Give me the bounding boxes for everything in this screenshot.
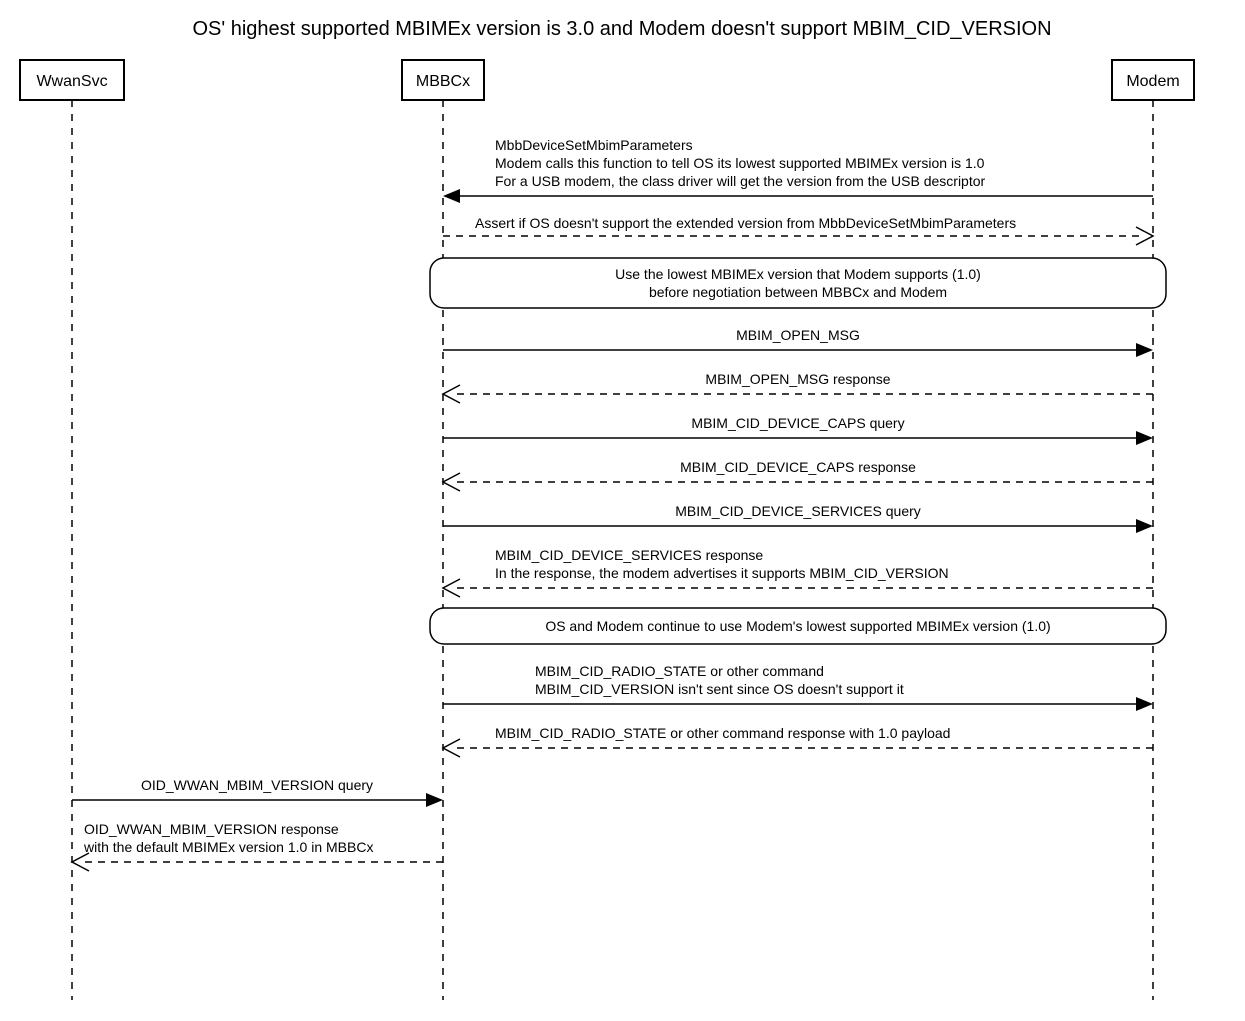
sequence-diagram: OS' highest supported MBIMEx version is … [0,0,1245,1021]
actor-modem: Modem [1112,60,1194,100]
msg-mbim-open-msg: MBIM_OPEN_MSG [443,327,1153,357]
msg6-text: MBIM_CID_DEVICE_CAPS response [680,459,916,475]
msg5-text: MBIM_CID_DEVICE_CAPS query [691,415,904,431]
actor-wwansvc: WwanSvc [20,60,124,100]
msg-mbim-cid-device-services-response: MBIM_CID_DEVICE_SERVICES response In the… [443,547,1153,597]
note-use-lowest-version: Use the lowest MBIMEx version that Modem… [430,258,1166,308]
note2-text: OS and Modem continue to use Modem's low… [545,618,1050,634]
note1-line2: before negotiation between MBBCx and Mod… [649,284,947,300]
msg-mbim-cid-radio-state-response: MBIM_CID_RADIO_STATE or other command re… [443,725,1153,757]
msg9-line1: MBIM_CID_RADIO_STATE or other command [535,663,824,679]
msg-mbim-cid-device-caps-query: MBIM_CID_DEVICE_CAPS query [443,415,1153,445]
msg-mbim-open-msg-response: MBIM_OPEN_MSG response [443,371,1153,403]
msg-mbim-cid-radio-state: MBIM_CID_RADIO_STATE or other command MB… [443,663,1153,711]
msg1-line1: MbbDeviceSetMbimParameters [495,137,693,153]
msg-mbim-cid-device-services-query: MBIM_CID_DEVICE_SERVICES query [443,503,1153,533]
note1-line1: Use the lowest MBIMEx version that Modem… [615,266,981,282]
msg2-text: Assert if OS doesn't support the extende… [475,215,1016,231]
msg8-line1: MBIM_CID_DEVICE_SERVICES response [495,547,763,563]
msg-mbim-cid-device-caps-response: MBIM_CID_DEVICE_CAPS response [443,459,1153,491]
msg-oid-wwan-mbim-version-response: OID_WWAN_MBIM_VERSION response with the … [72,821,443,871]
actor-mbbcx-label: MBBCx [416,73,470,90]
msg12-line1: OID_WWAN_MBIM_VERSION response [84,821,339,837]
actor-wwansvc-label: WwanSvc [36,73,107,90]
actor-modem-label: Modem [1126,73,1179,90]
msg-mbb-device-set-mbim-parameters: MbbDeviceSetMbimParameters Modem calls t… [443,137,1153,203]
msg7-text: MBIM_CID_DEVICE_SERVICES query [675,503,921,519]
msg4-text: MBIM_OPEN_MSG response [705,371,890,387]
msg10-text: MBIM_CID_RADIO_STATE or other command re… [495,725,950,741]
note-continue-lowest-version: OS and Modem continue to use Modem's low… [430,608,1166,644]
msg12-line2: with the default MBIMEx version 1.0 in M… [83,839,373,855]
actor-mbbcx: MBBCx [402,60,484,100]
msg11-text: OID_WWAN_MBIM_VERSION query [141,777,373,793]
msg1-line2: Modem calls this function to tell OS its… [495,155,985,171]
msg9-line2: MBIM_CID_VERSION isn't sent since OS doe… [535,681,904,697]
diagram-title: OS' highest supported MBIMEx version is … [192,18,1051,40]
msg1-line3: For a USB modem, the class driver will g… [495,173,986,189]
msg3-text: MBIM_OPEN_MSG [736,327,860,343]
msg8-line2: In the response, the modem advertises it… [495,565,949,581]
msg-assert-extended-version: Assert if OS doesn't support the extende… [443,215,1153,245]
msg-oid-wwan-mbim-version-query: OID_WWAN_MBIM_VERSION query [72,777,443,807]
